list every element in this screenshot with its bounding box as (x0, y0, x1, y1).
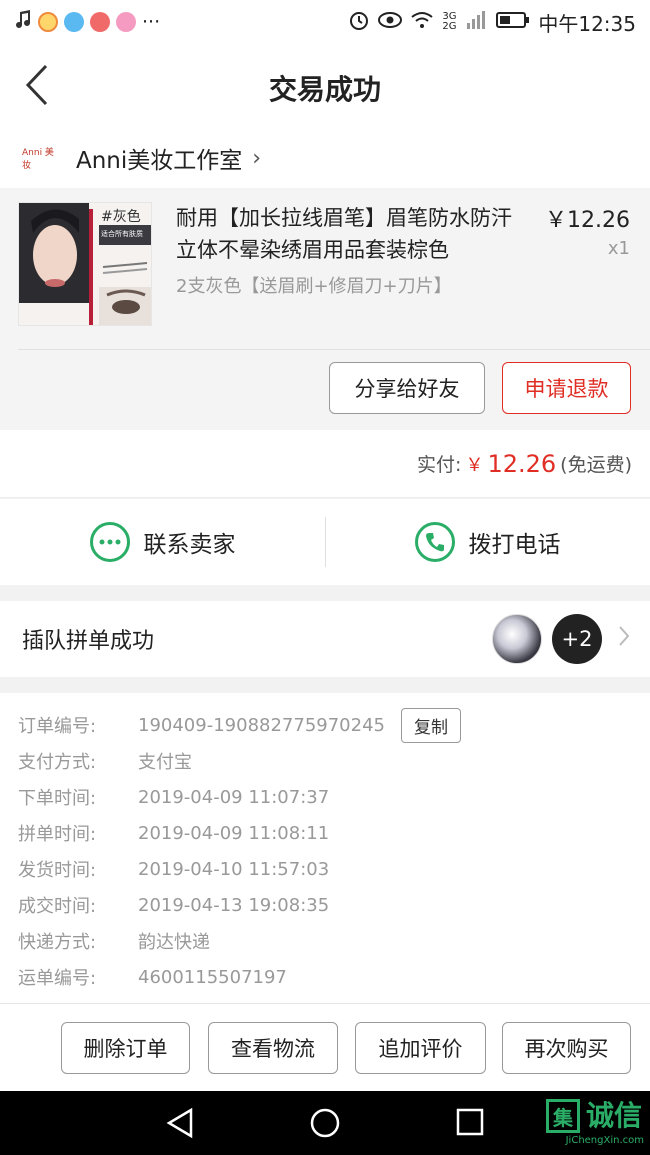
buy-again-button[interactable]: 再次购买 (502, 1022, 631, 1074)
chat-icon (89, 522, 130, 562)
shop-name: Anni美妆工作室 (76, 148, 243, 174)
deal-time-row: 成交时间: 2019-04-13 19:08:35 (0, 887, 650, 923)
detail-label: 下单时间: (18, 788, 97, 809)
product-quantity: x1 (607, 238, 630, 259)
product-card[interactable]: #灰色 适合所有肤质 耐用【加长拉线眉笔】眉笔防水防汗立体不晕染绣眉用品套装棕色… (0, 188, 650, 430)
divider (325, 517, 326, 567)
page-title: 交易成功 (268, 73, 381, 106)
nav-recent-button[interactable] (455, 1107, 485, 1141)
detail-value: 2019-04-09 11:07:37 (138, 786, 330, 808)
more-icon: ··· (142, 11, 161, 33)
order-number: 190409-190882775970245 (138, 714, 385, 736)
shop-logo: Anni 美妆 (22, 148, 54, 171)
detail-value: 4600115507197 (138, 966, 287, 988)
copy-button[interactable]: 复制 (401, 707, 461, 743)
detail-label: 运单编号: (18, 968, 97, 989)
app-icon (116, 12, 136, 32)
divider (18, 349, 650, 350)
paid-amount: 12.26 (487, 449, 557, 478)
add-review-button[interactable]: 追加评价 (355, 1022, 486, 1074)
watermark-text: 诚信 (585, 1099, 642, 1132)
app-icon (90, 12, 110, 32)
detail-label: 发货时间: (18, 860, 97, 881)
eye-icon (378, 11, 403, 34)
group-buy-status: 插队拼单成功 (22, 629, 155, 654)
alarm-icon (348, 9, 370, 36)
status-bar: ··· 3G 2G 中午12:35 (0, 0, 650, 44)
triangle-back-icon (166, 1107, 193, 1139)
refund-button[interactable]: 申请退款 (502, 362, 631, 414)
paid-label: 实付: (417, 454, 462, 476)
app-icon (64, 12, 84, 32)
detail-value: 2019-04-10 11:57:03 (138, 858, 330, 880)
product-title: 耐用【加长拉线眉笔】眉笔防水防汗立体不晕染绣眉用品套装棕色 (176, 206, 512, 262)
battery-icon (496, 11, 530, 34)
chevron-right-icon (618, 625, 630, 653)
avatar (492, 614, 542, 664)
detail-value: 支付宝 (138, 752, 192, 773)
group-buy-row[interactable]: 插队拼单成功 +2 (0, 601, 650, 677)
chevron-right-icon: › (252, 145, 262, 171)
phone-icon (414, 522, 455, 562)
order-time-row: 下单时间: 2019-04-09 11:07:37 (0, 779, 650, 815)
contact-seller-label: 联系卖家 (143, 532, 236, 558)
detail-label: 成交时间: (18, 896, 97, 917)
detail-label: 快递方式: (18, 932, 97, 953)
detail-value: 2019-04-09 11:08:11 (138, 822, 330, 844)
call-label: 拨打电话 (468, 532, 561, 558)
shop-link[interactable]: Anni 美妆 Anni美妆工作室 › (0, 128, 650, 188)
order-details: 订单编号: 190409-190882775970245 复制 支付方式: 支付… (0, 693, 650, 1003)
detail-label: 支付方式: (18, 752, 97, 773)
paid-currency: ￥ (465, 454, 484, 476)
signal-icon (466, 10, 488, 34)
clock: 中午12:35 (538, 11, 636, 36)
watermark-mark: 集 (545, 1099, 580, 1133)
product-price: ￥12.26 (545, 208, 630, 233)
contact-bar: 联系卖家 拨打电话 (0, 499, 650, 585)
share-button[interactable]: 分享给好友 (329, 362, 485, 414)
detail-value: 2019-04-13 19:08:35 (138, 894, 330, 916)
contact-seller-button[interactable]: 联系卖家 (0, 499, 325, 585)
order-number-row: 订单编号: 190409-190882775970245 复制 (0, 707, 650, 743)
action-bar: 删除订单 查看物流 追加评价 再次购买 (0, 1003, 650, 1091)
watermark: 集 诚信 (545, 1099, 642, 1133)
view-logistics-button[interactable]: 查看物流 (208, 1022, 338, 1074)
courier-row: 快递方式: 韵达快递 (0, 923, 650, 959)
product-image[interactable]: #灰色 适合所有肤质 (18, 202, 152, 326)
nav-home-button[interactable] (309, 1107, 341, 1143)
network-type: 3G 2G (442, 11, 457, 32)
detail-label: 拼单时间: (18, 824, 97, 845)
shipping-note: (免运费) (560, 454, 632, 476)
detail-label: 订单编号: (18, 716, 97, 737)
system-nav-bar: 集 诚信 JiChengXin.com (0, 1091, 650, 1155)
app-icon (38, 12, 58, 32)
member-count-badge: +2 (552, 614, 602, 664)
watermark-subtext: JiChengXin.com (565, 1135, 644, 1146)
product-image-tag: #灰色 (101, 209, 141, 225)
call-button[interactable]: 拨打电话 (325, 499, 650, 585)
circle-home-icon (310, 1108, 340, 1138)
payment-method-row: 支付方式: 支付宝 (0, 743, 650, 779)
product-spec: 2支灰色【送眉刷+修眉刀+刀片】 (176, 276, 452, 297)
delete-order-button[interactable]: 删除订单 (61, 1022, 190, 1074)
product-image-caption: 适合所有肤质 (101, 230, 143, 238)
square-recent-icon (456, 1108, 484, 1136)
header: 交易成功 (0, 44, 650, 128)
tracking-number-row: 运单编号: 4600115507197 (0, 959, 650, 995)
ship-time-row: 发货时间: 2019-04-10 11:57:03 (0, 851, 650, 887)
detail-value: 韵达快递 (138, 932, 210, 953)
payment-summary: 实付: ￥ 12.26 (免运费) (0, 430, 650, 498)
nav-back-button[interactable] (165, 1107, 195, 1143)
group-time-row: 拼单时间: 2019-04-09 11:08:11 (0, 815, 650, 851)
music-icon (14, 9, 32, 35)
wifi-icon (410, 11, 434, 34)
